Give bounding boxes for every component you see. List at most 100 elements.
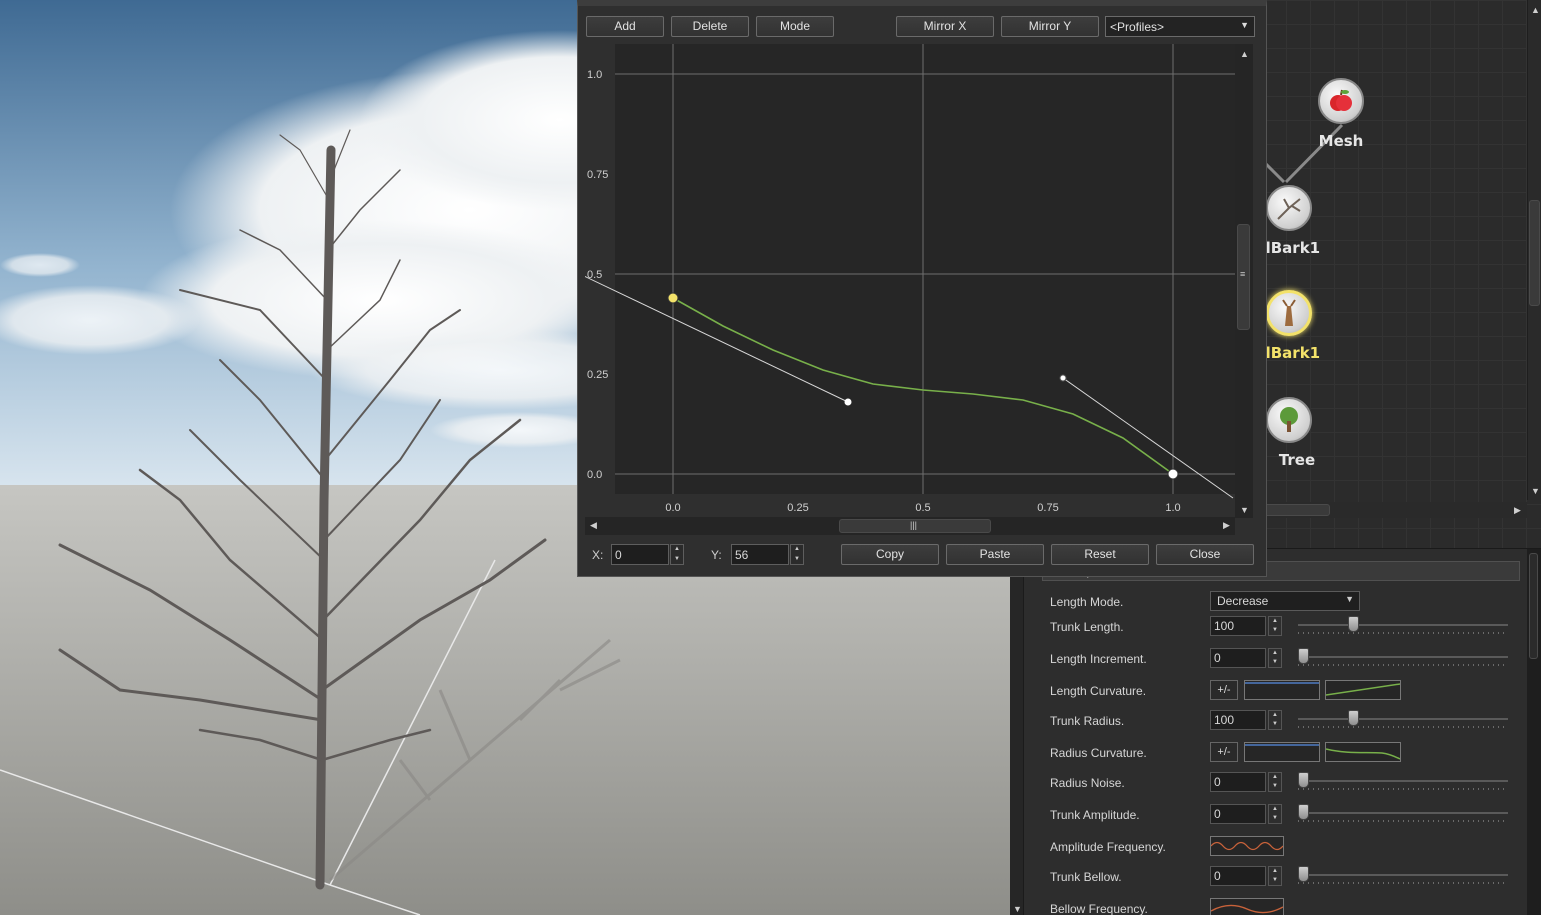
length-mode-value: Decrease xyxy=(1217,594,1269,608)
x-coordinate-input[interactable]: 0 xyxy=(611,544,669,565)
tree-icon xyxy=(1266,397,1312,443)
scroll-down-icon[interactable]: ▼ xyxy=(1013,905,1022,914)
length-increment-spinner[interactable]: ▲ ▼ xyxy=(1268,648,1282,668)
node-tree[interactable]: Tree xyxy=(1264,397,1324,469)
slider-thumb[interactable] xyxy=(1298,648,1309,664)
x-tick-label: 0.0 xyxy=(665,502,680,514)
radius-noise-spinner[interactable]: ▲ ▼ xyxy=(1268,772,1282,792)
trunk-amplitude-slider[interactable] xyxy=(1298,804,1508,826)
length-increment-slider[interactable] xyxy=(1298,648,1508,670)
slider-thumb[interactable] xyxy=(1298,772,1309,788)
length-mode-dropdown[interactable]: Decrease ▼ xyxy=(1210,591,1360,611)
curve-plot[interactable]: 1.0 0.75 0.5 0.25 0.0 0.0 0.25 0.5 0.75 1.0 xyxy=(562,44,1235,518)
apple-icon xyxy=(1318,78,1364,124)
mode-button[interactable]: Mode xyxy=(756,16,834,37)
scroll-down-icon[interactable]: ▼ xyxy=(1240,506,1249,515)
trunk-bellow-slider[interactable] xyxy=(1298,866,1508,888)
trunk-bellow-input[interactable]: 0 xyxy=(1210,866,1266,886)
trunk-length-slider[interactable] xyxy=(1298,616,1508,638)
amplitude-frequency-wave-preview[interactable] xyxy=(1210,836,1284,856)
paste-button[interactable]: Paste xyxy=(946,544,1044,565)
scroll-thumb[interactable] xyxy=(1264,504,1330,516)
node-label: dBark1 xyxy=(1262,239,1321,257)
node-graph-horizontal-scrollbar[interactable]: ▶ xyxy=(1262,502,1527,518)
length-increment-input[interactable]: 0 xyxy=(1210,648,1266,668)
radius-curvature-curve-preview[interactable] xyxy=(1325,742,1401,762)
radius-curvature-flat-curve[interactable] xyxy=(1244,742,1320,762)
curve-editor-window: Add Delete Mode Mirror X Mirror Y <Profi… xyxy=(562,0,1267,577)
trunk-bellow-spinner[interactable]: ▲ ▼ xyxy=(1268,866,1282,886)
trunk-radius-slider[interactable] xyxy=(1298,710,1508,732)
mirror-x-button[interactable]: Mirror X xyxy=(896,16,994,37)
node-label: Mesh xyxy=(1318,132,1364,150)
node-mesh[interactable]: Mesh xyxy=(1318,78,1364,150)
trunk-radius-input[interactable]: 100 xyxy=(1210,710,1266,730)
node-branch[interactable]: dBark1 xyxy=(1262,185,1324,257)
curve-vertical-scrollbar[interactable]: ▲ ≡ ▼ xyxy=(1235,44,1253,518)
delete-button[interactable]: Delete xyxy=(671,16,749,37)
x-coordinate-label: X: xyxy=(592,548,604,562)
scroll-thumb[interactable]: ≡ xyxy=(1237,224,1250,330)
y-coordinate-label: Y: xyxy=(711,548,722,562)
slider-thumb[interactable] xyxy=(1347,710,1359,726)
radius-curvature-toggle-button[interactable]: +/- xyxy=(1210,742,1238,762)
x-tick-label: 1.0 xyxy=(1165,502,1180,514)
curve-horizontal-scrollbar[interactable]: ◀ ||| ▶ xyxy=(585,517,1235,535)
scroll-down-icon[interactable]: ▼ xyxy=(1531,487,1540,496)
length-curvature-toggle-button[interactable]: +/- xyxy=(1210,680,1238,700)
scroll-up-icon[interactable]: ▲ xyxy=(1240,50,1249,59)
control-point xyxy=(1167,468,1179,480)
reset-button[interactable]: Reset xyxy=(1051,544,1149,565)
length-curvature-row: Length Curvature. +/- xyxy=(1050,680,1510,702)
slider-thumb[interactable] xyxy=(1298,804,1309,820)
scroll-right-icon[interactable]: ▶ xyxy=(1514,506,1521,515)
radius-curvature-row: Radius Curvature. +/- xyxy=(1050,742,1510,764)
branch-icon xyxy=(1266,185,1312,231)
panel-right-scrollbar[interactable] xyxy=(1527,549,1541,915)
trunk-radius-spinner[interactable]: ▲ ▼ xyxy=(1268,710,1282,730)
profiles-value: <Profiles> xyxy=(1110,20,1165,34)
y-coordinate-spinner[interactable]: ▲ ▼ xyxy=(790,544,804,565)
chevron-down-icon: ▼ xyxy=(1345,594,1354,604)
profiles-dropdown[interactable]: <Profiles> ▼ xyxy=(1105,16,1255,37)
length-curvature-label: Length Curvature. xyxy=(1050,684,1147,698)
slider-thumb[interactable] xyxy=(1347,616,1359,632)
trunk-amplitude-spinner[interactable]: ▲ ▼ xyxy=(1268,804,1282,824)
bellow-frequency-wave-preview[interactable] xyxy=(1210,898,1284,915)
radius-noise-input[interactable]: 0 xyxy=(1210,772,1266,792)
scroll-thumb[interactable] xyxy=(1529,200,1540,306)
scroll-up-icon[interactable]: ▲ xyxy=(1531,6,1540,15)
scroll-thumb[interactable]: ||| xyxy=(839,519,991,533)
y-tick-label: 0.25 xyxy=(587,369,608,381)
trunk-length-spinner[interactable]: ▲ ▼ xyxy=(1268,616,1282,636)
trunk-amplitude-label: Trunk Amplitude. xyxy=(1050,808,1140,822)
radius-curvature-label: Radius Curvature. xyxy=(1050,746,1147,760)
add-button[interactable]: Add xyxy=(586,16,664,37)
x-coordinate-spinner[interactable]: ▲ ▼ xyxy=(670,544,684,565)
length-curvature-flat-curve[interactable] xyxy=(1244,680,1320,700)
plot-background xyxy=(615,44,1235,494)
copy-button[interactable]: Copy xyxy=(841,544,939,565)
y-coordinate-input[interactable]: 56 xyxy=(731,544,789,565)
trunk-length-input[interactable]: 100 xyxy=(1210,616,1266,636)
x-tick-label: 0.25 xyxy=(787,502,808,514)
node-graph-panel[interactable]: Mesh dBark1 dBark1 Tree ▲ ▼ ▶ xyxy=(1262,0,1541,548)
radius-noise-slider[interactable] xyxy=(1298,772,1508,794)
amplitude-frequency-label: Amplitude Frequency. xyxy=(1050,840,1166,854)
trunk-amplitude-input[interactable]: 0 xyxy=(1210,804,1266,824)
close-button[interactable]: Close xyxy=(1156,544,1254,565)
x-tick-label: 0.5 xyxy=(915,502,930,514)
node-graph-vertical-scrollbar[interactable]: ▲ ▼ xyxy=(1527,0,1541,500)
scroll-left-icon[interactable]: ◀ xyxy=(590,521,597,530)
curve-graph[interactable]: 1.0 0.75 0.5 0.25 0.0 0.0 0.25 0.5 0.75 1.0 xyxy=(562,44,1235,524)
scroll-thumb[interactable] xyxy=(1529,553,1538,659)
length-curvature-curve-preview[interactable] xyxy=(1325,680,1401,700)
mirror-y-button[interactable]: Mirror Y xyxy=(1001,16,1099,37)
node-trunk[interactable]: dBark1 xyxy=(1262,290,1324,362)
panel-left-scrollbar[interactable]: ▼ xyxy=(1010,549,1024,915)
node-label: Tree xyxy=(1278,451,1316,469)
y-axis-gutter xyxy=(585,44,615,518)
scroll-right-icon[interactable]: ▶ xyxy=(1223,521,1230,530)
slider-thumb[interactable] xyxy=(1298,866,1309,882)
trunk-length-row: Trunk Length. 100 ▲ ▼ xyxy=(1050,616,1510,638)
